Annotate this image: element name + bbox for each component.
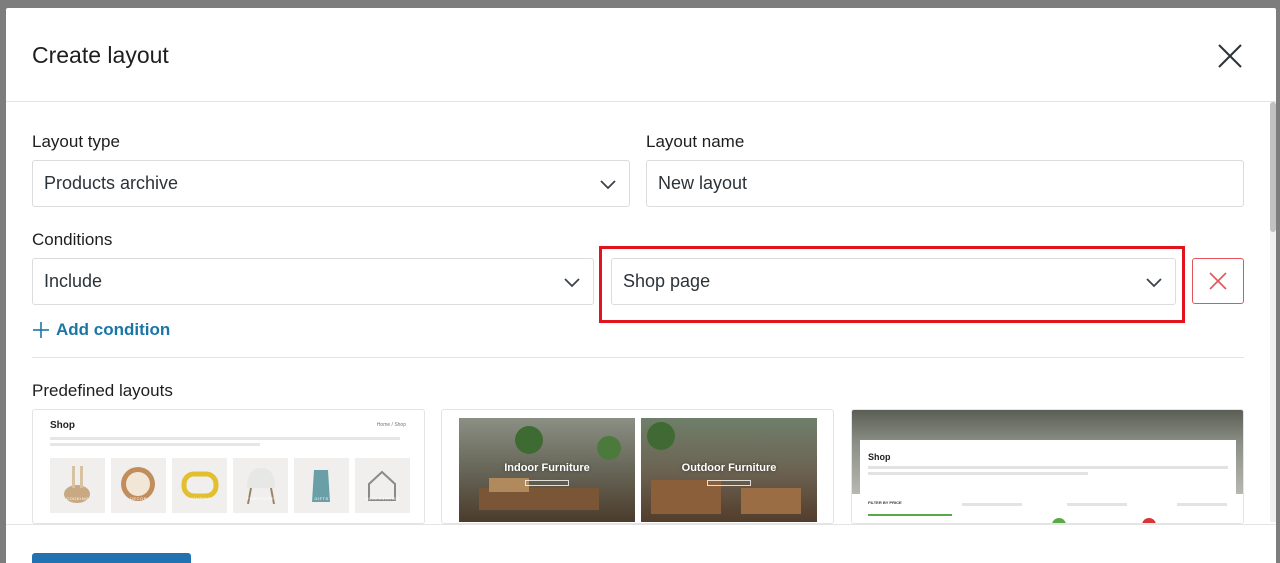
category-label: LIGHTING — [188, 496, 211, 501]
close-icon — [1218, 44, 1242, 68]
utensils-icon — [64, 466, 90, 503]
category-tile: FURNITURE — [233, 458, 288, 513]
thumbnail-breadcrumb: Home / Shop — [376, 422, 406, 428]
modal-title: Create layout — [32, 42, 169, 68]
price-slider-bar — [868, 514, 952, 516]
create-layout-modal: Create layout Layout type Products archi… — [6, 8, 1276, 563]
create-layout-button[interactable] — [32, 553, 191, 563]
layout-type-value: Products archive — [44, 173, 179, 193]
category-tile: ACCESSORIES — [355, 458, 410, 513]
plus-icon — [33, 322, 49, 338]
chevron-down-icon — [563, 273, 581, 291]
category-label: GIFTS — [314, 496, 329, 501]
thumbnail-text-line — [50, 437, 400, 440]
layout-thumbnail-3[interactable]: Shop FILTER BY PRICE — [851, 409, 1244, 524]
category-label: ACCESSORIES — [365, 496, 400, 501]
add-condition-label: Add condition — [56, 320, 171, 339]
thumbnail-text-line — [50, 443, 260, 446]
chevron-down-icon — [1145, 273, 1163, 291]
add-condition-button[interactable]: Add condition — [32, 320, 170, 340]
layout-type-select[interactable]: Products archive — [32, 160, 630, 207]
predefined-layouts-label: Predefined layouts — [32, 381, 173, 400]
condition-target-select[interactable]: Shop page — [611, 258, 1176, 305]
layout-name-input[interactable] — [658, 173, 1243, 194]
layout-thumbnail-1[interactable]: Shop Home / Shop COOKING DECOR LIGHTING … — [32, 409, 425, 524]
clock-icon — [121, 467, 155, 501]
panel-button — [525, 480, 569, 486]
close-icon — [1209, 272, 1227, 290]
conditions-label: Conditions — [32, 230, 113, 249]
category-tile: LIGHTING — [172, 458, 227, 513]
scrollbar-thumb[interactable] — [1270, 102, 1276, 232]
category-label: DECOR — [130, 496, 147, 501]
modal-header: Create layout — [6, 8, 1276, 102]
section-divider — [32, 357, 1244, 358]
thumbnail-panel-indoor: Indoor Furniture — [459, 418, 635, 522]
modal-scrollbar[interactable] — [1270, 102, 1276, 522]
thumbnail-panel-outdoor: Outdoor Furniture — [641, 418, 817, 522]
layout-thumbnail-2[interactable]: Indoor Furniture Outdoor Furniture — [441, 409, 834, 524]
condition-target-value: Shop page — [623, 271, 711, 291]
category-label: COOKING — [66, 496, 89, 501]
layout-name-field[interactable] — [646, 160, 1244, 207]
category-label: FURNITURE — [246, 496, 275, 501]
thumbnail-text-line — [868, 466, 1228, 469]
lamp-icon — [181, 471, 219, 499]
thumbnail-text-line — [1067, 503, 1127, 506]
thumbnail-title: Shop — [50, 420, 75, 431]
category-tile: GIFTS — [294, 458, 349, 513]
vase-icon — [312, 470, 330, 502]
thumbnail-title: Shop — [868, 452, 891, 462]
panel-label: Outdoor Furniture — [681, 462, 777, 474]
thumbnail-content — [852, 494, 1243, 523]
thumbnail-filter-label: FILTER BY PRICE — [868, 500, 902, 505]
thumbnail-text-line — [962, 503, 1022, 506]
condition-mode-select[interactable]: Include — [32, 258, 594, 305]
category-tile: COOKING — [50, 458, 105, 513]
remove-condition-button[interactable] — [1192, 258, 1244, 304]
panel-button — [707, 480, 751, 486]
thumbnail-text-line — [1177, 503, 1227, 506]
category-tile: DECOR — [111, 458, 166, 513]
layout-type-label: Layout type — [32, 132, 120, 151]
chair-icon — [247, 468, 275, 505]
layout-name-label: Layout name — [646, 132, 745, 151]
condition-mode-value: Include — [44, 271, 103, 291]
house-icon — [368, 470, 396, 501]
panel-label: Indoor Furniture — [504, 462, 590, 474]
chevron-down-icon — [599, 175, 617, 193]
close-button[interactable] — [1216, 42, 1244, 70]
modal-footer — [6, 524, 1276, 563]
thumbnail-text-line — [868, 472, 1088, 475]
